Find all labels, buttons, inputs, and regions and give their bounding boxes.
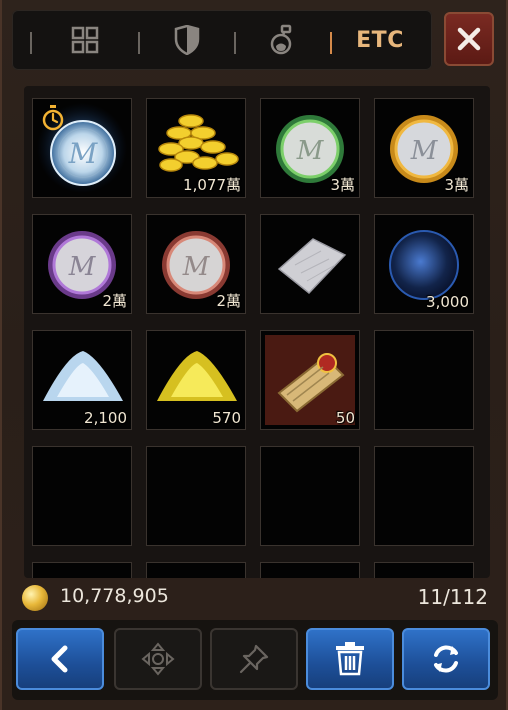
inventory-slot-empty[interactable] — [146, 446, 246, 546]
inventory-slot-empty[interactable] — [32, 562, 132, 578]
pin-button[interactable] — [210, 628, 298, 690]
inventory-slot-silver-dust[interactable]: 2,100 — [32, 330, 132, 430]
inventory-slot-gold-dust[interactable]: 570 — [146, 330, 246, 430]
move-icon — [141, 642, 175, 676]
shield-icon — [174, 25, 200, 55]
action-bar — [12, 620, 498, 700]
tab-etc[interactable]: ETC — [350, 10, 410, 70]
grid-icon — [71, 26, 99, 54]
svg-text:M: M — [68, 137, 99, 170]
inventory-slot-silver-medal[interactable]: M — [32, 98, 132, 198]
tab-etc-label: ETC — [356, 27, 404, 53]
pin-icon — [239, 644, 269, 674]
slot-quantity: 50 — [335, 409, 355, 427]
inventory-slot-gold-coins[interactable]: 1,077萬 — [146, 98, 246, 198]
trash-button[interactable] — [306, 628, 394, 690]
move-button[interactable] — [114, 628, 202, 690]
potion-icon — [270, 24, 292, 55]
tab-separator-active — [330, 32, 332, 54]
refresh-button[interactable] — [402, 628, 490, 690]
gold-coin-icon — [22, 585, 48, 611]
svg-text:M: M — [296, 136, 325, 166]
inventory-slot-empty[interactable] — [374, 562, 474, 578]
inventory-slot-empty[interactable] — [32, 446, 132, 546]
inventory-slot-purple-medal[interactable]: M 2萬 — [32, 214, 132, 314]
tab-consumables[interactable] — [258, 10, 308, 70]
white-cloth-icon — [277, 238, 347, 295]
tab-separator — [138, 32, 140, 54]
inventory-grid: M 1,077萬 M 3萬 M 3萬 M 2萬 M 2萬 3,000 2,100… — [24, 86, 490, 578]
inventory-window: ETC M 1,077萬 M 3萬 M 3萬 M 2萬 M 2萬 3,000 2… — [0, 0, 508, 710]
slot-quantity: 570 — [212, 409, 241, 427]
inventory-slot-green-medal[interactable]: M 3萬 — [260, 98, 360, 198]
tab-equipment[interactable] — [162, 10, 212, 70]
close-icon — [457, 27, 481, 51]
timer-icon — [42, 105, 64, 131]
inventory-slot-red-medal[interactable]: M 2萬 — [146, 214, 246, 314]
slot-quantity: 3萬 — [330, 176, 355, 194]
slot-quantity: 3,000 — [426, 293, 469, 311]
chevron-left-icon — [51, 645, 68, 673]
slot-quantity: 1,077萬 — [183, 176, 241, 194]
inventory-slot-empty[interactable] — [260, 446, 360, 546]
tab-all-items[interactable] — [60, 10, 110, 70]
inventory-slot-blue-orb[interactable]: 3,000 — [374, 214, 474, 314]
close-button[interactable] — [444, 12, 494, 66]
slot-quantity: 2萬 — [216, 292, 241, 310]
inventory-slot-white-cloth[interactable] — [260, 214, 360, 314]
svg-text:M: M — [410, 136, 439, 166]
slot-quantity: 2萬 — [102, 292, 127, 310]
slot-quantity: 2,100 — [84, 409, 127, 427]
svg-text:M: M — [68, 252, 97, 282]
inventory-slot-empty[interactable] — [260, 562, 360, 578]
inventory-slot-empty[interactable] — [374, 330, 474, 430]
tab-bar: ETC — [12, 10, 432, 70]
slot-count: 11/112 — [417, 585, 488, 609]
tab-separator — [234, 32, 236, 54]
inventory-slot-empty[interactable] — [146, 562, 246, 578]
gold-amount: 10,778,905 — [60, 585, 169, 607]
slot-quantity: 3萬 — [444, 176, 469, 194]
inventory-slot-scroll[interactable]: 50 — [260, 330, 360, 430]
back-button[interactable] — [16, 628, 104, 690]
inventory-slot-gold-medal[interactable]: M 3萬 — [374, 98, 474, 198]
refresh-icon — [434, 645, 458, 673]
inventory-slot-empty[interactable] — [374, 446, 474, 546]
trash-icon — [336, 642, 364, 676]
tab-separator — [30, 32, 32, 54]
svg-text:M: M — [182, 252, 211, 282]
currency-row: 10,778,905 11/112 — [20, 578, 490, 614]
